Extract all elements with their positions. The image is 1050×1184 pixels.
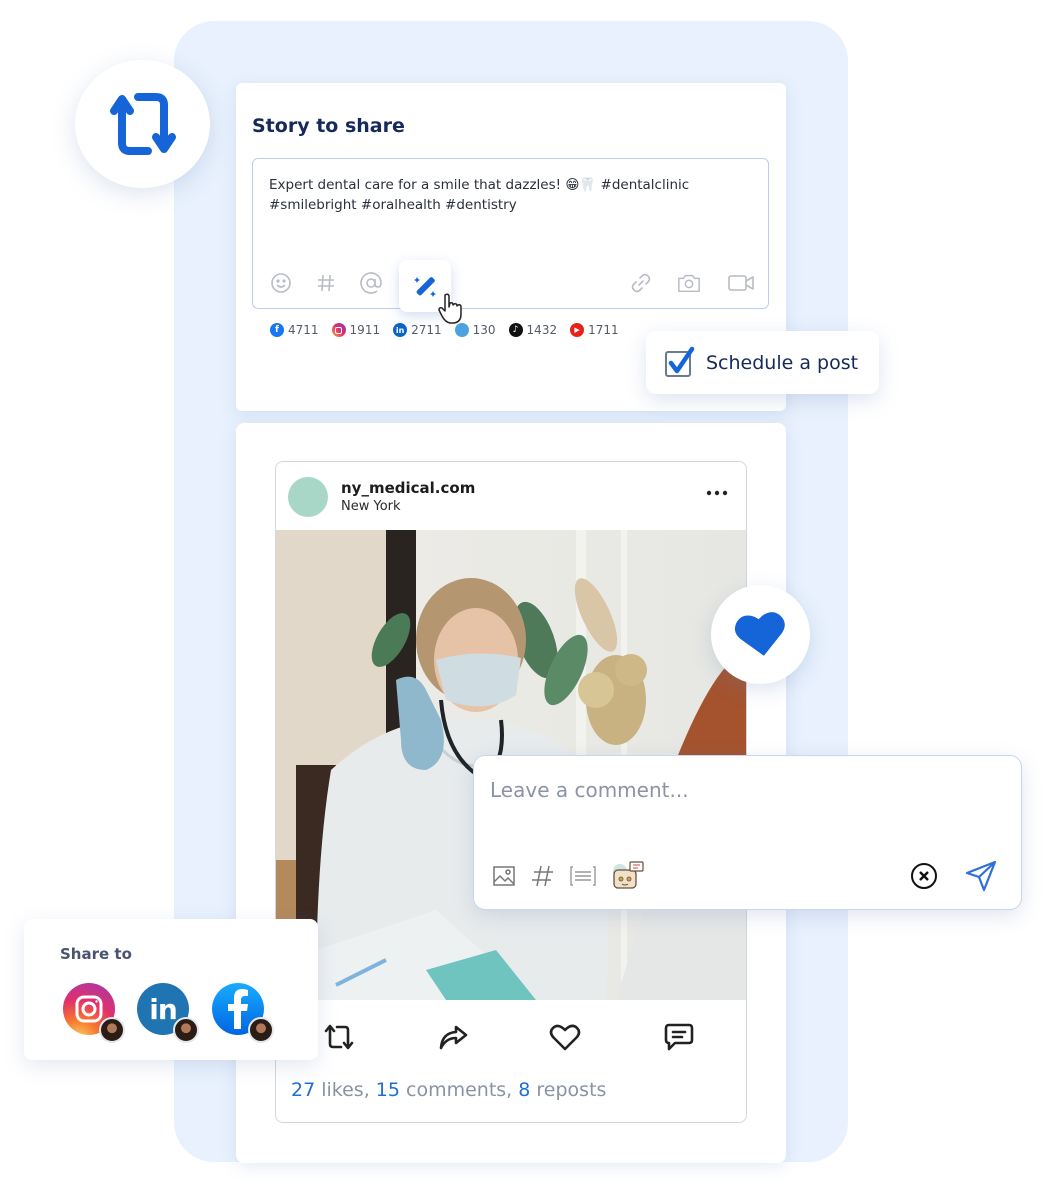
story-title: Story to share [252, 115, 405, 137]
comment-icon[interactable] [662, 1020, 696, 1054]
count-linkedin: in 2711 [393, 323, 442, 337]
template-icon[interactable] [569, 862, 597, 890]
count-tiktok: ♪ 1432 [508, 323, 557, 337]
count-twitter: 130 [454, 323, 496, 337]
repost-icon [109, 93, 176, 155]
tiktok-icon: ♪ [508, 323, 523, 337]
more-horizontal-icon [706, 490, 728, 496]
instagram-icon [75, 995, 103, 1023]
twitter-icon [454, 323, 469, 337]
repost-icon[interactable] [322, 1020, 356, 1054]
post-location: New York [341, 499, 401, 514]
ai-bot-icon[interactable] [610, 861, 644, 890]
story-editor[interactable]: Expert dental care for a smile that dazz… [252, 158, 769, 324]
account-avatar [248, 1017, 274, 1043]
count-facebook: f 4711 [270, 323, 319, 337]
share-icon[interactable] [436, 1020, 470, 1054]
linkedin-icon: in [393, 323, 408, 337]
share-linkedin-button[interactable]: in [137, 983, 199, 1043]
hashtag-icon[interactable] [314, 271, 338, 295]
share-to-title: Share to [60, 945, 132, 963]
comments-count[interactable]: 15 [376, 1079, 400, 1101]
account-avatar [173, 1017, 199, 1043]
pointer-cursor-icon [438, 293, 462, 324]
clear-icon[interactable] [910, 862, 938, 890]
magic-wand-icon [414, 277, 436, 297]
share-facebook-button[interactable] [212, 983, 274, 1043]
repost-bubble[interactable] [75, 60, 210, 188]
image-icon[interactable] [490, 862, 518, 890]
send-icon[interactable] [964, 859, 998, 893]
post-actions [276, 1020, 746, 1060]
like-icon[interactable] [548, 1020, 582, 1054]
share-to-panel: Share to in [24, 919, 318, 1060]
emoji-icon[interactable] [269, 271, 293, 295]
count-instagram: 1911 [331, 323, 380, 337]
likes-count[interactable]: 27 [291, 1079, 315, 1101]
avatar[interactable] [288, 477, 328, 517]
youtube-icon: ▶ [570, 323, 585, 337]
story-text[interactable]: Expert dental care for a smile that dazz… [269, 175, 739, 215]
checkbox-checked-icon[interactable] [664, 346, 696, 380]
linkedin-icon: in [149, 992, 178, 1026]
share-instagram-button[interactable] [63, 983, 125, 1043]
post-engagement-stats: 27 likes, 15 comments, 8 reposts [291, 1079, 607, 1101]
link-icon[interactable] [629, 271, 653, 295]
count-youtube: ▶ 1711 [570, 323, 619, 337]
comment-composer [473, 755, 1022, 910]
schedule-label: Schedule a post [706, 351, 859, 374]
comment-input[interactable] [490, 778, 990, 802]
video-icon[interactable] [727, 271, 755, 295]
facebook-icon [228, 989, 248, 1029]
mention-icon[interactable] [359, 271, 383, 295]
like-bubble[interactable] [711, 585, 810, 684]
reposts-count[interactable]: 8 [518, 1079, 530, 1101]
camera-icon[interactable] [677, 271, 701, 295]
heart-filled-icon [734, 611, 785, 656]
account-avatar [99, 1017, 125, 1043]
schedule-post-option[interactable]: Schedule a post [646, 331, 879, 394]
network-counts: f 4711 1911 in 2711 130 ♪ 1432 ▶ 1711 [270, 323, 619, 337]
instagram-icon [331, 323, 346, 337]
more-options-button[interactable] [706, 486, 728, 496]
facebook-icon: f [270, 323, 284, 337]
post-username[interactable]: ny_medical.com [341, 479, 475, 497]
hashtag-icon[interactable] [529, 862, 557, 890]
